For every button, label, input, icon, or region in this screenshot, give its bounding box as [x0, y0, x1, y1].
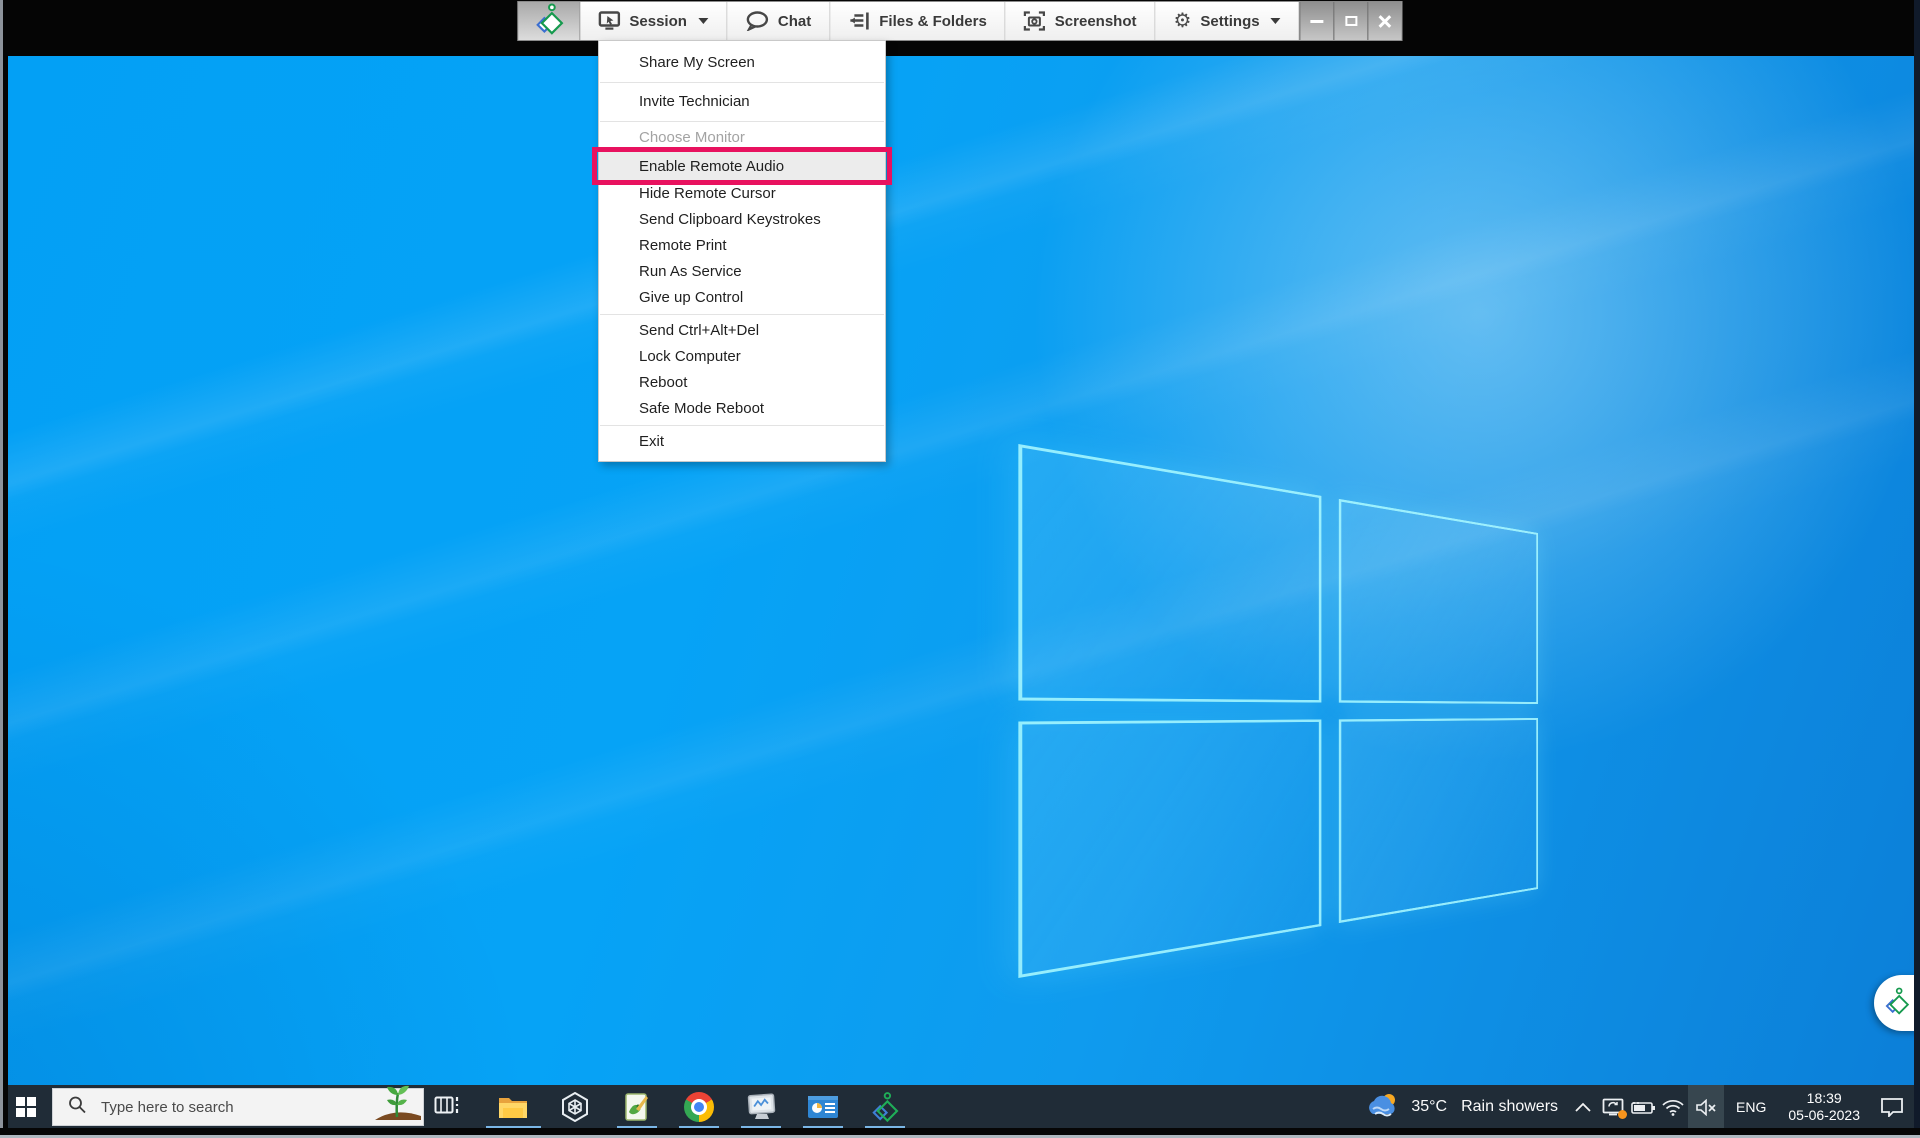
menu-item-run-as-service[interactable]: Run As Service [599, 259, 885, 285]
windows-logo-pane [1339, 499, 1538, 704]
assist-logo-icon [534, 2, 564, 41]
screen-share-tray-button[interactable] [1598, 1085, 1628, 1129]
menu-item-reboot[interactable]: Reboot [599, 370, 885, 396]
search-icon [67, 1095, 87, 1120]
battery-tray-button[interactable] [1628, 1085, 1658, 1129]
clock-date: 05-06-2023 [1788, 1107, 1860, 1124]
chevron-down-icon [698, 18, 708, 24]
session-dropdown-menu: Share My Screen Invite Technician Choose… [598, 40, 886, 462]
taskbar-chrome-icon[interactable] [668, 1085, 730, 1129]
screenshot-camera-icon [1024, 11, 1046, 31]
task-view-button[interactable] [424, 1085, 470, 1129]
taskbar-box-app-icon[interactable] [544, 1085, 606, 1129]
menu-item-lock-computer[interactable]: Lock Computer [599, 344, 885, 370]
taskbar-search-box[interactable] [52, 1088, 424, 1126]
screen-right-border [1914, 0, 1920, 1138]
maximize-icon [1345, 16, 1357, 26]
menu-separator [600, 82, 884, 83]
action-center-button[interactable] [1870, 1085, 1914, 1129]
language-label: ENG [1736, 1099, 1766, 1115]
pinned-apps [482, 1085, 916, 1129]
taskbar-notepad-plus-plus-icon[interactable] [606, 1085, 668, 1129]
screenshot-button-label: Screenshot [1055, 13, 1137, 30]
taskbar-monitor-app-icon[interactable] [730, 1085, 792, 1129]
menu-item-remote-print[interactable]: Remote Print [599, 233, 885, 259]
assist-logo-button[interactable] [518, 2, 580, 40]
language-indicator[interactable]: ENG [1724, 1085, 1778, 1129]
task-view-icon [434, 1095, 460, 1120]
taskbar-file-explorer-icon[interactable] [482, 1085, 544, 1129]
chat-bubble-icon [745, 11, 769, 31]
menu-item-give-up-control[interactable]: Give up Control [599, 285, 885, 311]
chat-button[interactable]: Chat [727, 2, 830, 40]
files-folders-button[interactable]: Files & Folders [830, 2, 1006, 40]
chevron-up-icon [1575, 1102, 1591, 1112]
weather-temperature: 35°C [1411, 1098, 1447, 1116]
remote-session-screen: Session Chat Files & Folders [0, 0, 1920, 1138]
windows-taskbar: 35°C Rain showers [0, 1085, 1920, 1129]
volume-tray-button[interactable] [1688, 1085, 1724, 1129]
seedling-icon [357, 1083, 421, 1125]
weather-widget[interactable]: 35°C Rain showers [1357, 1085, 1568, 1129]
assist-toolbar: Session Chat Files & Folders [517, 1, 1402, 41]
menu-item-hide-remote-cursor[interactable]: Hide Remote Cursor [599, 181, 885, 207]
battery-charging-icon [1630, 1099, 1656, 1115]
weather-condition: Rain showers [1461, 1098, 1558, 1116]
files-folders-button-label: Files & Folders [879, 13, 987, 30]
screen-bottom-border [0, 1128, 1920, 1135]
settings-button[interactable]: ⚙ Settings [1155, 2, 1299, 40]
windows-logo-pane [1339, 718, 1538, 923]
windows-logo-pane [1018, 444, 1321, 703]
menu-separator [600, 425, 884, 426]
weather-rain-icon [1367, 1092, 1401, 1122]
menu-item-send-ctrl-alt-del[interactable]: Send Ctrl+Alt+Del [599, 318, 885, 344]
session-monitor-icon [598, 11, 620, 31]
menu-item-enable-remote-audio-label: Enable Remote Audio [639, 158, 784, 175]
start-icon [16, 1097, 36, 1117]
menu-separator [600, 314, 884, 315]
files-folders-icon [848, 11, 870, 31]
close-button[interactable] [1368, 2, 1402, 40]
settings-button-label: Settings [1200, 13, 1259, 30]
session-button-label: Session [629, 13, 687, 30]
wifi-icon [1662, 1099, 1684, 1116]
session-button[interactable]: Session [580, 2, 727, 40]
menu-item-send-clipboard-keystrokes[interactable]: Send Clipboard Keystrokes [599, 207, 885, 233]
screenshot-button[interactable]: Screenshot [1006, 2, 1156, 40]
windows-wallpaper-logo [1018, 444, 1538, 978]
taskbar-zoho-assist-icon[interactable] [854, 1085, 916, 1129]
clock-time: 18:39 [1788, 1090, 1860, 1107]
desktop-wallpaper [0, 56, 1920, 1085]
menu-item-choose-monitor: Choose Monitor [599, 125, 885, 151]
gear-icon: ⚙ [1173, 11, 1191, 31]
minimize-icon [1311, 20, 1324, 23]
maximize-button[interactable] [1334, 2, 1368, 40]
assist-logo-icon [1884, 986, 1910, 1021]
screen-left-border [3, 0, 8, 1138]
close-icon [1379, 15, 1392, 28]
menu-item-share-my-screen[interactable]: Share My Screen [599, 47, 885, 79]
system-tray: 35°C Rain showers [1357, 1085, 1920, 1129]
taskbar-console-app-icon[interactable] [792, 1085, 854, 1129]
menu-item-safe-mode-reboot[interactable]: Safe Mode Reboot [599, 396, 885, 422]
menu-separator [600, 121, 884, 122]
menu-item-enable-remote-audio[interactable]: Enable Remote Audio [599, 151, 885, 181]
menu-item-exit[interactable]: Exit [599, 429, 885, 455]
screen-share-sync-icon [1602, 1098, 1624, 1117]
clock[interactable]: 18:39 05-06-2023 [1778, 1090, 1870, 1124]
notification-badge [1618, 1110, 1627, 1119]
search-input[interactable] [101, 1099, 331, 1116]
minimize-button[interactable] [1300, 2, 1334, 40]
menu-item-invite-technician[interactable]: Invite Technician [599, 86, 885, 118]
speaker-muted-icon [1695, 1099, 1717, 1116]
windows-logo-pane [1018, 719, 1321, 978]
show-hidden-icons-button[interactable] [1568, 1085, 1598, 1129]
chevron-down-icon [1271, 18, 1281, 24]
action-center-icon [1880, 1097, 1904, 1117]
wifi-tray-button[interactable] [1658, 1085, 1688, 1129]
window-controls [1300, 2, 1402, 40]
chat-button-label: Chat [778, 13, 811, 30]
